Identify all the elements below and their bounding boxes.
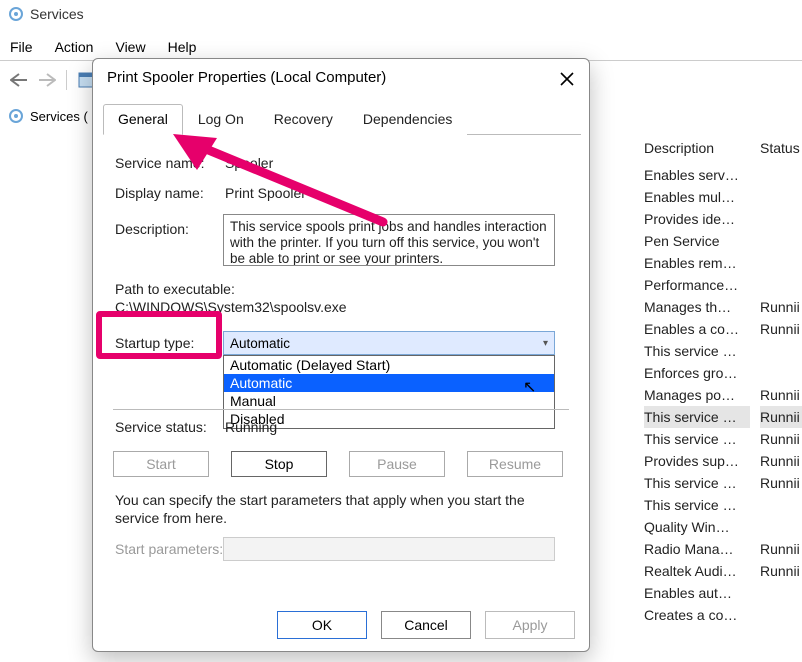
resume-button[interactable]: Resume [467,451,563,477]
close-button[interactable] [555,67,579,91]
table-cell-desc[interactable]: Enables a co… [644,318,750,340]
startup-type-options: Automatic (Delayed Start) Automatic Manu… [223,355,555,429]
dialog-button-row: OK Cancel Apply [277,611,575,639]
table-cell-desc[interactable]: Provides ide… [644,208,750,230]
forward-button[interactable] [34,67,60,93]
back-button[interactable] [6,67,32,93]
table-cell-desc[interactable]: Realtek Audi… [644,560,750,582]
table-cell-status[interactable]: Runnii [760,538,802,560]
divider [113,409,569,410]
startup-type-value: Automatic [230,336,290,351]
value-service-name: Spooler [225,155,273,171]
table-cell-desc[interactable]: Provides sup… [644,450,750,472]
label-display-name: Display name: [115,185,204,201]
tree-root[interactable]: Services ( [8,104,88,128]
table-cell-status[interactable] [760,208,802,230]
gear-icon [8,108,24,124]
menu-action[interactable]: Action [55,39,94,55]
stop-button[interactable]: Stop [231,451,327,477]
option-manual[interactable]: Manual [224,392,554,410]
value-display-name: Print Spooler [225,185,306,201]
tab-dependencies[interactable]: Dependencies [348,104,468,135]
table-cell-desc[interactable]: Performance… [644,274,750,296]
cancel-button[interactable]: Cancel [381,611,471,639]
toolbar-separator [66,70,67,90]
table-cell-status[interactable] [760,494,802,516]
chevron-down-icon: ▾ [543,338,548,349]
table-cell-status[interactable]: Runnii [760,560,802,582]
table-cell-status[interactable] [760,186,802,208]
menu-bar: File Action View Help [0,36,802,58]
table-cell-status[interactable] [760,604,802,626]
value-path: C:\WINDOWS\System32\spoolsv.exe [115,299,347,315]
table-cell-desc[interactable]: Enables serv… [644,164,750,186]
table-cell-status[interactable]: Runnii [760,384,802,406]
label-start-parameters: Start parameters: [115,541,223,557]
table-cell-desc[interactable]: Enforces gro… [644,362,750,384]
table-cell-status[interactable]: Runnii [760,472,802,494]
table-cell-status[interactable]: Runnii [760,406,802,428]
table-cell-desc[interactable]: Radio Mana… [644,538,750,560]
table-cell-desc[interactable]: Enables mul… [644,186,750,208]
service-desc-column: Enables serv…Enables mul…Provides ide…Pe… [644,164,750,626]
table-cell-desc[interactable]: Pen Service [644,230,750,252]
header-description[interactable]: Description [644,140,750,162]
header-status[interactable]: Status [760,140,802,162]
window-title: Services [30,6,84,22]
table-cell-desc[interactable]: Enables rem… [644,252,750,274]
table-cell-status[interactable] [760,252,802,274]
table-cell-status[interactable]: Runnii [760,318,802,340]
table-cell-desc[interactable]: This service … [644,340,750,362]
table-cell-status[interactable]: Runnii [760,296,802,318]
label-path: Path to executable: [115,281,235,297]
label-service-name: Service name: [115,155,204,171]
startup-type-dropdown[interactable]: Automatic ▾ [223,331,555,355]
window-titlebar: Services [0,0,802,28]
table-cell-status[interactable]: Runnii [760,450,802,472]
menu-view[interactable]: View [115,39,145,55]
table-cell-status[interactable] [760,362,802,384]
table-cell-status[interactable] [760,340,802,362]
table-cell-desc[interactable]: This service … [644,428,750,450]
start-parameters-input [223,537,555,561]
tab-logon[interactable]: Log On [183,104,259,135]
pause-button[interactable]: Pause [349,451,445,477]
value-service-status: Running [225,419,277,435]
tree-root-label: Services ( [30,109,88,124]
table-cell-desc[interactable]: This service … [644,472,750,494]
menu-help[interactable]: Help [168,39,197,55]
tab-recovery[interactable]: Recovery [259,104,348,135]
table-cell-status[interactable] [760,516,802,538]
start-button[interactable]: Start [113,451,209,477]
description-box[interactable]: This service spools print jobs and handl… [223,214,555,266]
table-cell-desc[interactable]: Manages th… [644,296,750,318]
label-startup-type: Startup type: [115,335,194,351]
table-cell-desc[interactable]: Enables aut… [644,582,750,604]
table-cell-desc[interactable]: Manages po… [644,384,750,406]
label-description: Description: [115,221,189,237]
properties-dialog: Print Spooler Properties (Local Computer… [92,58,590,652]
option-automatic[interactable]: Automatic [224,374,554,392]
option-automatic-delayed[interactable]: Automatic (Delayed Start) [224,356,554,374]
menu-file[interactable]: File [10,39,33,55]
table-cell-desc[interactable]: This service … [644,494,750,516]
hint-text: You can specify the start parameters tha… [115,491,565,527]
table-cell-status[interactable] [760,164,802,186]
tabstrip: General Log On Recovery Dependencies [103,103,581,135]
table-cell-status[interactable] [760,274,802,296]
ok-button[interactable]: OK [277,611,367,639]
label-service-status: Service status: [115,419,207,435]
apply-button[interactable]: Apply [485,611,575,639]
table-cell-desc[interactable]: Creates a co… [644,604,750,626]
tab-general[interactable]: General [103,104,183,135]
table-cell-desc[interactable]: Quality Win… [644,516,750,538]
table-cell-status[interactable] [760,582,802,604]
service-status-column: RunniiRunniiRunniiRunniiRunniiRunniiRunn… [760,164,802,626]
gear-icon [8,6,24,22]
table-cell-desc[interactable]: This service … [644,406,750,428]
table-cell-status[interactable]: Runnii [760,428,802,450]
table-cell-status[interactable] [760,230,802,252]
dialog-title: Print Spooler Properties (Local Computer… [107,69,386,86]
